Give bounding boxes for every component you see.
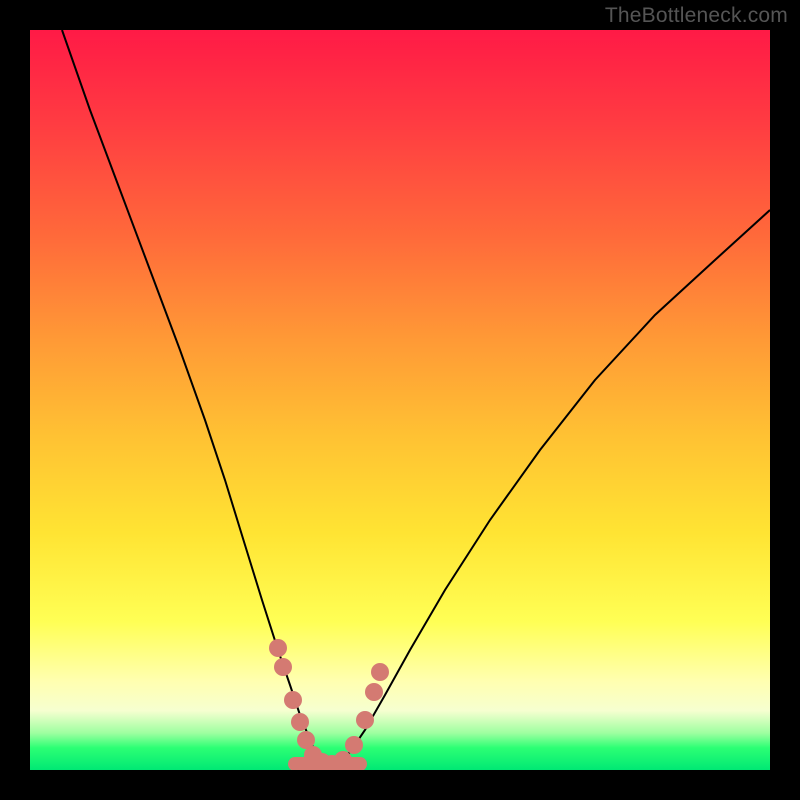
marker-dot xyxy=(365,683,383,701)
marker-dot xyxy=(291,713,309,731)
marker-dot xyxy=(345,736,363,754)
marker-dot xyxy=(274,658,292,676)
marker-dot xyxy=(371,663,389,681)
right-curve xyxy=(340,210,770,762)
salmon-dots xyxy=(269,639,389,770)
marker-dot xyxy=(284,691,302,709)
marker-dot xyxy=(334,751,352,769)
plot-area xyxy=(30,30,770,770)
curve-layer xyxy=(30,30,770,770)
marker-dot xyxy=(356,711,374,729)
watermark-text: TheBottleneck.com xyxy=(605,4,788,28)
chart-frame: TheBottleneck.com xyxy=(0,0,800,800)
marker-dot xyxy=(269,639,287,657)
